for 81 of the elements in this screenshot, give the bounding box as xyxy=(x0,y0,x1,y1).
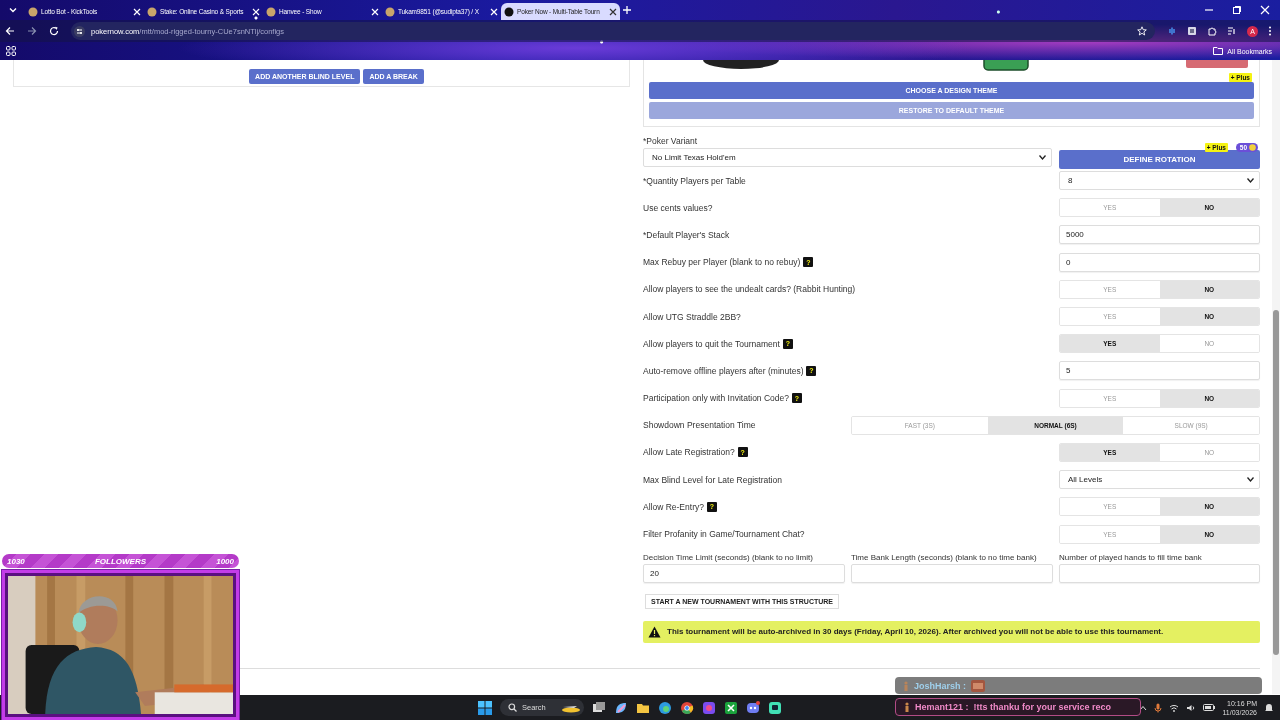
chevron-icon xyxy=(1247,477,1254,483)
card-preview-drawing xyxy=(1186,60,1248,69)
search-icon xyxy=(508,703,517,712)
chevron-icon[interactable] xyxy=(8,5,18,15)
chip-preview-drawing xyxy=(983,60,1029,71)
reload-icon[interactable] xyxy=(49,26,59,36)
forward-icon[interactable] xyxy=(27,26,37,36)
wifi-icon[interactable] xyxy=(1169,703,1180,712)
sound-wave-icon[interactable] xyxy=(1167,26,1177,36)
setting-label: Allow Late Registration? xyxy=(643,447,735,458)
favicon-icon xyxy=(266,6,276,17)
chrome-icon[interactable] xyxy=(680,700,694,715)
follower-goal: 1000 xyxy=(216,556,234,566)
edge-icon[interactable] xyxy=(658,700,672,715)
field-label: *Poker Variant xyxy=(643,136,699,146)
dropdown[interactable]: All Levels xyxy=(1059,470,1260,490)
setting-label: Participation only with Invitation Code? xyxy=(643,393,789,404)
notification-icon[interactable] xyxy=(1264,702,1274,713)
chevron-icon xyxy=(1039,155,1046,160)
input-field[interactable]: 20 xyxy=(643,563,845,583)
setting-label: Allow UTG Straddle 2BB? xyxy=(643,311,741,322)
setting-label: Use cents values? xyxy=(643,202,713,213)
user-figure-icon xyxy=(903,680,909,691)
input-field[interactable]: 0 xyxy=(1059,252,1260,272)
favicon-icon xyxy=(504,6,514,17)
folder-icon xyxy=(1213,47,1224,55)
variant-dropdown[interactable]: No Limit Texas Hold'em xyxy=(643,148,1052,167)
setting-label: Auto-remove offline players after (minutes) xyxy=(643,365,804,376)
input-field[interactable]: 5 xyxy=(1059,361,1260,381)
setting-label: Allow players to quit the Tournament xyxy=(643,338,780,349)
input-field[interactable]: 5000 xyxy=(1059,225,1260,245)
follower-count: 1030 xyxy=(7,556,25,566)
xbox-icon[interactable] xyxy=(724,700,738,715)
input-field[interactable] xyxy=(851,563,1053,583)
dropdown[interactable]: 8 xyxy=(1059,171,1260,191)
microphone-icon[interactable] xyxy=(1154,702,1163,713)
chevron-icon[interactable] xyxy=(1139,704,1148,711)
field-label: Number of played hands to fill time bank xyxy=(1059,552,1203,563)
app-icon[interactable] xyxy=(768,700,782,715)
setting-label: Allow players to see the undealt cards? (Rabbit Hunting) xyxy=(643,284,856,295)
setting-label: Max Rebuy per Player (blank to no rebuy) xyxy=(643,257,801,268)
camera-app-icon[interactable] xyxy=(702,700,716,715)
chevron-icon xyxy=(1247,178,1254,184)
input-field[interactable] xyxy=(1059,563,1260,583)
user-figure-icon xyxy=(904,702,910,712)
field-label: Time Bank Length (seconds) (blank to no time bank) xyxy=(851,552,1038,563)
setting-label: Allow Re-Entry? xyxy=(643,501,704,512)
scrollbar[interactable] xyxy=(1272,60,1280,694)
task-view-icon[interactable] xyxy=(592,700,606,715)
restore-icon[interactable] xyxy=(1232,5,1242,15)
extension-icon[interactable] xyxy=(1187,26,1197,36)
coin-icon xyxy=(1249,144,1256,151)
warning-text: This tournament will be auto-archived in 30 days (Friday, April 10, 2026). After archived you will not be able to use this tournament. xyxy=(667,627,1164,637)
define-rotation-button[interactable]: DEFINE ROTATION xyxy=(1059,150,1260,169)
followers-title: FOLLOWERS xyxy=(94,556,147,566)
setting-label: Filter Profanity in Game/Tournament Chat? xyxy=(643,529,805,540)
field-label: Decision Time Limit (seconds) (blank to no limit) xyxy=(643,552,814,563)
new-tab-icon[interactable] xyxy=(622,5,632,15)
setting-label: Max Blind Level for Late Registration xyxy=(643,474,782,485)
discord-icon[interactable] xyxy=(746,700,760,715)
chat-username: JoshHarsh : xyxy=(914,680,966,691)
bookmark-star-icon[interactable] xyxy=(1137,26,1147,36)
setting-label: Showdown Presentation Time xyxy=(643,420,756,431)
warning-icon xyxy=(648,625,661,638)
favicon-icon xyxy=(385,6,395,17)
start-icon[interactable] xyxy=(478,700,492,715)
chat-username: Hemant121 : xyxy=(915,702,969,712)
favicon-icon xyxy=(28,6,38,17)
battery-icon[interactable] xyxy=(1203,704,1216,711)
apps-grid-icon[interactable] xyxy=(6,46,16,56)
emote-icon xyxy=(971,679,985,692)
site-info-icon[interactable] xyxy=(74,25,85,37)
setting-label: *Default Player's Stack xyxy=(643,229,730,240)
setting-label: *Quantity Players per Table xyxy=(643,175,746,186)
volume-icon[interactable] xyxy=(1186,703,1197,712)
close-icon[interactable] xyxy=(609,7,617,16)
back-icon[interactable] xyxy=(5,26,15,36)
favicon-icon xyxy=(147,6,157,17)
chat-text: !tts thanku for your service reco xyxy=(973,702,1112,712)
menu-icon[interactable] xyxy=(1268,26,1272,36)
media-icon[interactable] xyxy=(1227,26,1237,36)
